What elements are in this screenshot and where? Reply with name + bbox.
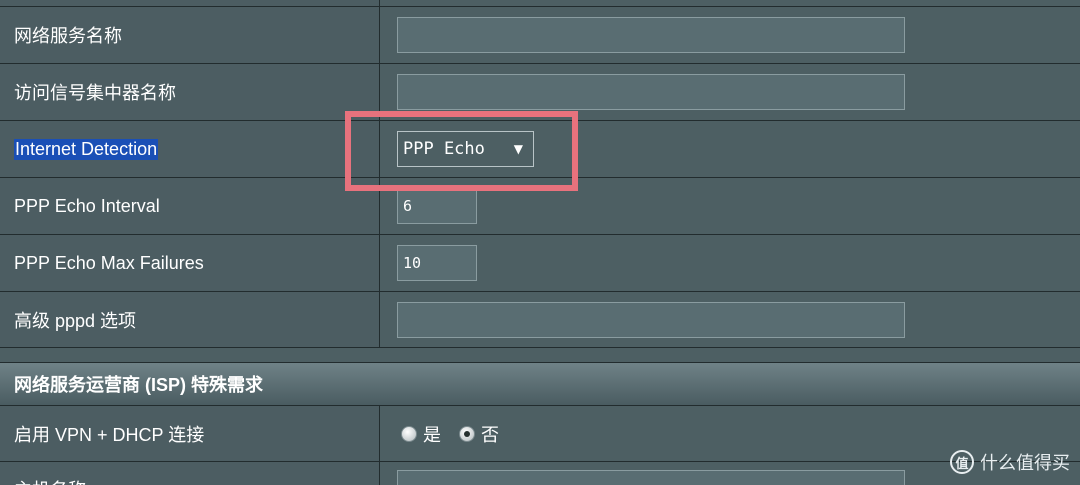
vpn-dhcp-yes-radio[interactable]	[401, 425, 417, 442]
section-spacer	[0, 348, 1080, 362]
concentrator-name-input[interactable]	[397, 74, 905, 110]
concentrator-name-label: 访问信号集中器名称	[0, 64, 380, 120]
echo-interval-row: PPP Echo Interval	[0, 178, 1080, 235]
vpn-dhcp-row: 启用 VPN + DHCP 连接 是 否	[0, 406, 1080, 462]
internet-detection-select[interactable]: PPP Echo ▼	[397, 131, 534, 167]
host-name-row: 主机名称	[0, 462, 1080, 485]
site-watermark: 值 什么值得买	[950, 449, 1070, 475]
vpn-dhcp-radio-group: 是 否	[401, 421, 499, 447]
echo-max-failures-label: PPP Echo Max Failures	[0, 235, 380, 291]
vpn-dhcp-yes-label: 是	[423, 424, 441, 445]
smzdm-logo-icon: 值	[950, 450, 974, 474]
vpn-dhcp-no-label: 否	[481, 424, 499, 445]
service-name-row: 网络服务名称	[0, 7, 1080, 64]
internet-detection-label: Internet Detection	[14, 138, 159, 160]
echo-max-failures-input[interactable]	[397, 245, 477, 281]
dropdown-arrow-icon: ▼	[513, 142, 523, 156]
previous-row-fragment	[0, 0, 1080, 7]
echo-interval-label: PPP Echo Interval	[0, 178, 380, 234]
pppd-options-row: 高级 pppd 选项	[0, 292, 1080, 348]
host-name-label: 主机名称	[14, 476, 86, 485]
service-name-label: 网络服务名称	[0, 7, 380, 63]
internet-detection-selected-value: PPP Echo	[403, 139, 485, 159]
concentrator-name-row: 访问信号集中器名称	[0, 64, 1080, 121]
vpn-dhcp-no-radio[interactable]	[459, 425, 475, 442]
isp-section-title: 网络服务运营商 (ISP) 特殊需求	[0, 362, 1080, 406]
host-name-input[interactable]	[397, 470, 905, 485]
vpn-dhcp-label: 启用 VPN + DHCP 连接	[0, 406, 380, 461]
echo-max-failures-row: PPP Echo Max Failures	[0, 235, 1080, 292]
watermark-text: 什么值得买	[980, 453, 1070, 473]
echo-interval-input[interactable]	[397, 188, 477, 224]
internet-detection-row: Internet Detection PPP Echo ▼	[0, 121, 1080, 178]
pppd-options-label: 高级 pppd 选项	[0, 292, 380, 347]
pppd-options-input[interactable]	[397, 301, 905, 338]
service-name-input[interactable]	[397, 17, 905, 53]
